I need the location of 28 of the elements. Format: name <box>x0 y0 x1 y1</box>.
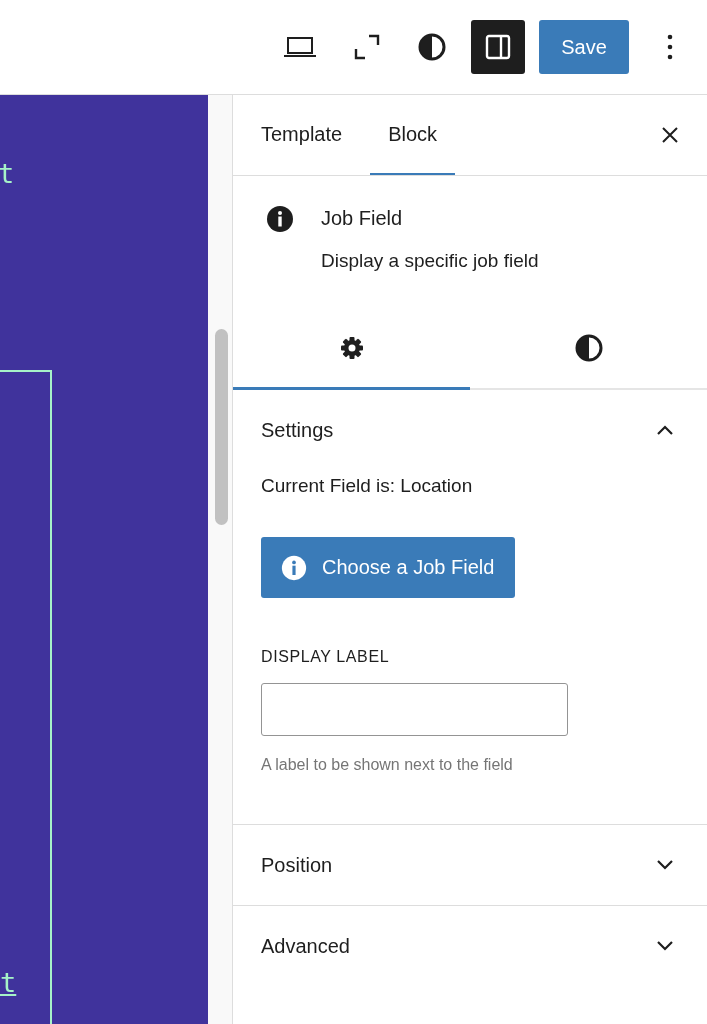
fullscreen-icon[interactable] <box>353 33 381 61</box>
sidebar-tab[interactable]: Template <box>243 95 361 175</box>
more-options-icon[interactable] <box>667 34 673 60</box>
panel-toggle[interactable]: Advanced <box>233 906 707 986</box>
chevron-icon <box>655 859 675 871</box>
laptop-icon[interactable] <box>283 36 317 58</box>
save-button[interactable]: Save <box>539 20 629 74</box>
close-icon[interactable] <box>661 126 679 144</box>
sidebar-tab[interactable]: Block <box>370 95 456 175</box>
sidebar-toggle-button[interactable] <box>471 20 525 74</box>
panel-toggle[interactable]: Position <box>233 825 707 905</box>
info-icon <box>280 553 308 582</box>
scrollbar-thumb[interactable] <box>215 329 228 525</box>
choose-field-button[interactable]: Choose a Job Field <box>261 537 516 598</box>
field-label: DISPLAY LABEL <box>261 648 391 666</box>
display-label-input[interactable] <box>261 683 568 736</box>
contrast-icon <box>573 332 604 363</box>
canvas-text: t <box>0 159 15 189</box>
panel-toggle[interactable]: Settings <box>233 390 707 470</box>
current-field-text: Current Field is: Location <box>261 475 474 497</box>
info-icon <box>265 204 295 234</box>
block-title: Job Field <box>321 207 404 230</box>
contrast-icon[interactable] <box>417 32 447 62</box>
sidebar-panel-icon <box>484 33 512 61</box>
chevron-icon <box>655 424 675 436</box>
chevron-icon <box>655 940 675 952</box>
help-text: A label to be shown next to the field <box>261 756 514 774</box>
block-description: Display a specific job field <box>321 250 539 272</box>
